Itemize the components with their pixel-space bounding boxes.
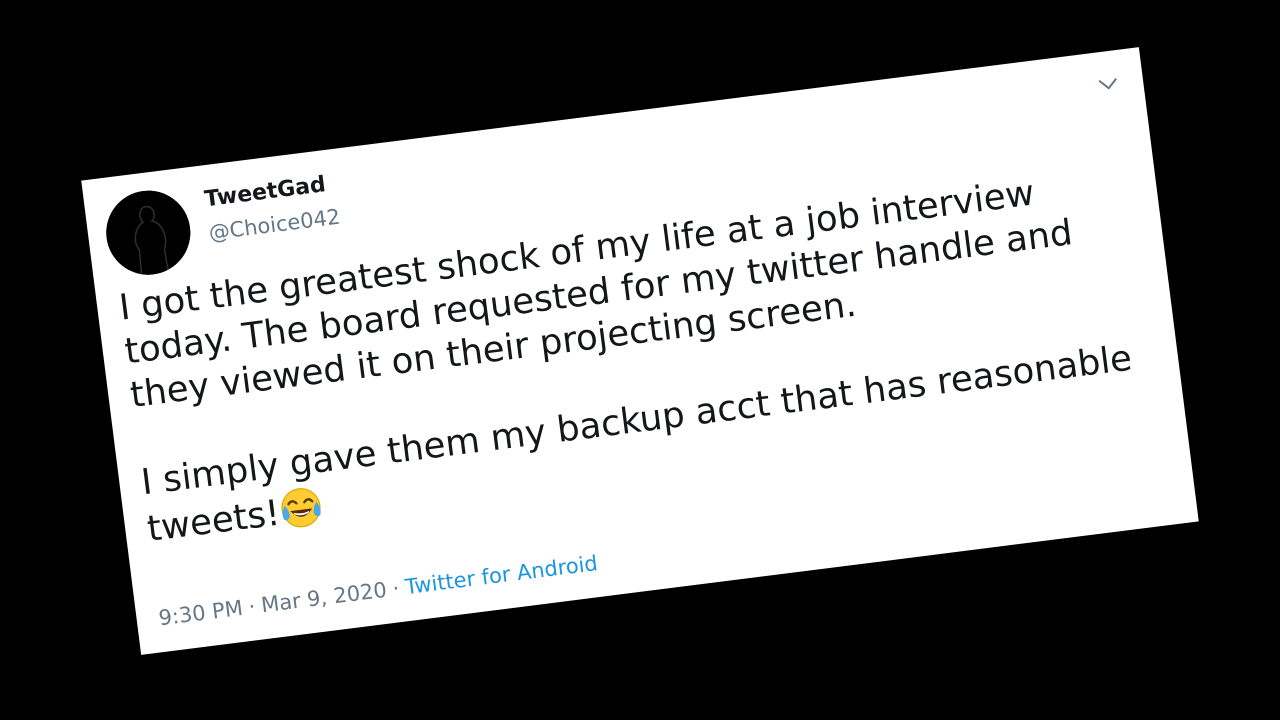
chevron-down-icon[interactable]	[1094, 70, 1123, 99]
tweet-text-line: tweets!	[144, 492, 283, 550]
tweet-time[interactable]: 9:30 PM	[157, 596, 244, 630]
meta-separator: ·	[247, 594, 257, 619]
avatar[interactable]	[101, 185, 196, 280]
tweet-meta: 9:30 PM · Mar 9, 2020 · Twitter for Android	[157, 551, 599, 630]
author-name[interactable]: TweetGad	[203, 172, 327, 212]
meta-separator: ·	[391, 576, 401, 601]
author-handle[interactable]: @Choice042	[207, 205, 341, 245]
silhouette-icon	[101, 185, 196, 280]
tweet-source-link[interactable]: Twitter for Android	[404, 551, 599, 599]
tweet-card: TweetGad @Choice042 I got the greatest s…	[81, 47, 1199, 655]
face-with-tears-of-joy-icon	[277, 483, 326, 532]
tweet-date[interactable]: Mar 9, 2020	[260, 578, 388, 618]
